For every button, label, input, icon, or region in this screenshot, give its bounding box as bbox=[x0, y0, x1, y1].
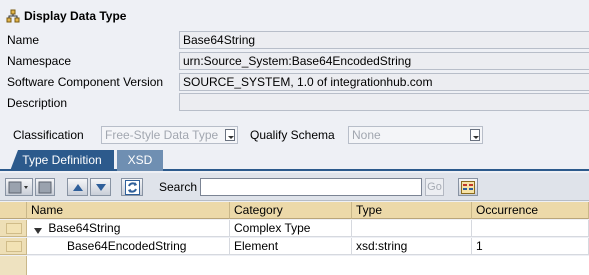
row-occurrence: 1 bbox=[472, 238, 589, 255]
empty-table-area bbox=[27, 256, 589, 275]
software-component-version-label: Software Component Version bbox=[7, 75, 164, 89]
insert-row-button[interactable] bbox=[5, 178, 33, 196]
delete-row-button[interactable] bbox=[35, 178, 55, 196]
tab-type-definition[interactable]: Type Definition bbox=[10, 150, 114, 171]
column-header-name[interactable]: Name bbox=[27, 202, 230, 219]
description-field[interactable] bbox=[179, 93, 589, 111]
qualify-schema-select[interactable]: None bbox=[348, 126, 483, 144]
row-name: Base64EncodedString bbox=[67, 239, 187, 253]
row-category: Element bbox=[230, 238, 352, 255]
row-type bbox=[352, 220, 472, 237]
column-header-occurrence[interactable]: Occurrence bbox=[472, 202, 589, 219]
classification-select[interactable]: Free-Style Data Type bbox=[101, 126, 238, 144]
move-down-button[interactable] bbox=[90, 178, 111, 196]
software-component-version-field[interactable]: SOURCE_SYSTEM, 1.0 of integrationhub.com bbox=[179, 73, 589, 91]
go-button[interactable]: Go bbox=[425, 178, 444, 196]
row-selector[interactable] bbox=[0, 238, 27, 255]
row-category: Complex Type bbox=[230, 220, 352, 237]
page-title: Display Data Type bbox=[24, 9, 127, 23]
table-row[interactable]: Base64EncodedString bbox=[27, 238, 230, 255]
select-all-header[interactable] bbox=[0, 202, 27, 219]
toolbar: Search Go bbox=[0, 173, 589, 201]
row-name: Base64String bbox=[48, 221, 121, 235]
qualify-schema-label: Qualify Schema bbox=[250, 128, 335, 142]
description-label: Description bbox=[7, 96, 68, 110]
row-selector[interactable] bbox=[0, 220, 27, 237]
column-header-category[interactable]: Category bbox=[230, 202, 352, 219]
row-type: xsd:string bbox=[352, 238, 472, 255]
tab-strip: Type Definition XSD bbox=[0, 150, 589, 171]
move-up-button[interactable] bbox=[67, 178, 88, 196]
empty-row-selector bbox=[0, 256, 27, 275]
search-label: Search bbox=[159, 180, 198, 194]
dropdown-icon[interactable] bbox=[470, 129, 480, 141]
name-label: Name bbox=[7, 33, 40, 47]
namespace-field[interactable]: urn:Source_System:Base64EncodedString bbox=[179, 52, 589, 70]
table-settings-button[interactable] bbox=[458, 178, 478, 196]
data-type-icon bbox=[6, 9, 20, 23]
row-occurrence bbox=[472, 220, 589, 237]
dropdown-icon[interactable] bbox=[225, 129, 235, 141]
column-header-type[interactable]: Type bbox=[352, 202, 472, 219]
table-row[interactable]: Base64String bbox=[27, 220, 230, 237]
tab-xsd[interactable]: XSD bbox=[117, 150, 163, 171]
search-input[interactable] bbox=[200, 178, 422, 196]
refresh-button[interactable] bbox=[121, 178, 143, 196]
namespace-label: Namespace bbox=[7, 54, 72, 68]
classification-label: Classification bbox=[13, 128, 84, 142]
classification-value: Free-Style Data Type bbox=[105, 128, 219, 142]
title-bar: Display Data Type bbox=[0, 4, 589, 28]
qualify-schema-value: None bbox=[352, 128, 381, 142]
name-field[interactable]: Base64String bbox=[179, 31, 589, 49]
